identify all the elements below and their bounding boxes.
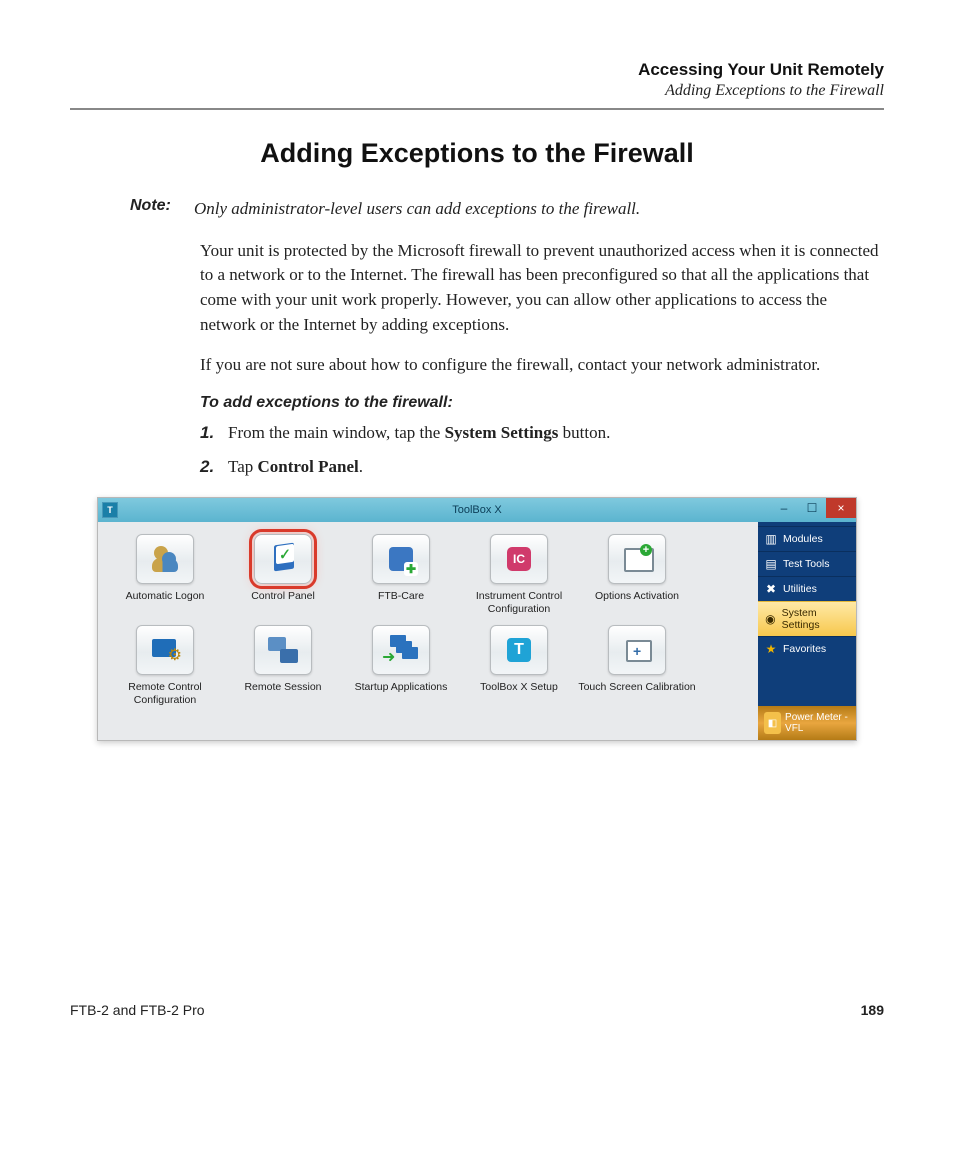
sidebar-item-label: System Settings — [782, 607, 850, 631]
step-2-pre: Tap — [228, 457, 258, 476]
remote-session-icon — [268, 635, 298, 665]
remote-control-icon — [150, 635, 180, 665]
startup-icon — [386, 635, 416, 665]
options-icon — [622, 544, 652, 574]
footer-product: FTB-2 and FTB-2 Pro — [70, 1002, 205, 1018]
sidebar-item-label: Utilities — [783, 583, 817, 595]
touch-icon — [622, 635, 652, 665]
care-icon — [386, 544, 416, 574]
sidebar-item-system-settings[interactable]: ◉ System Settings — [758, 601, 856, 636]
note-label: Note: — [130, 197, 194, 221]
tile-remote-control-config[interactable]: Remote Control Configuration — [106, 625, 224, 706]
tile-label: Instrument Control Configuration — [460, 590, 578, 615]
procedure-heading: To add exceptions to the firewall: — [70, 394, 884, 412]
power-meter-icon: ◧ — [764, 712, 781, 734]
test-tools-icon: ▤ — [764, 557, 778, 571]
body-paragraph-1: Your unit is protected by the Microsoft … — [70, 239, 884, 338]
tile-remote-session[interactable]: Remote Session — [224, 625, 342, 706]
control-panel-icon — [268, 544, 298, 574]
header-section: Adding Exceptions to the Firewall — [70, 82, 884, 100]
utilities-icon: ✖ — [764, 582, 778, 596]
window-title: ToolBox X — [98, 504, 856, 516]
instrument-icon — [504, 544, 534, 574]
tiles-grid: Automatic Logon Control Panel FTB-Care I… — [98, 522, 758, 740]
footer-page-number: 189 — [861, 1002, 884, 1018]
tile-label: Remote Session — [224, 681, 342, 705]
step-1: From the main window, tap the System Set… — [200, 420, 884, 446]
toolbox-icon — [504, 635, 534, 665]
tile-startup-apps[interactable]: Startup Applications — [342, 625, 460, 706]
sidebar-item-test-tools[interactable]: ▤ Test Tools — [758, 551, 856, 576]
maximize-button[interactable]: ☐ — [798, 498, 826, 518]
tile-label: Startup Applications — [342, 681, 460, 705]
tile-ftb-care[interactable]: FTB-Care — [342, 534, 460, 615]
tile-touch-screen-cal[interactable]: Touch Screen Calibration — [578, 625, 696, 706]
procedure-steps: From the main window, tap the System Set… — [70, 420, 884, 479]
body-paragraph-2: If you are not sure about how to configu… — [70, 353, 884, 378]
sidebar-item-favorites[interactable]: ★ Favorites — [758, 636, 856, 661]
note-block: Note: Only administrator-level users can… — [70, 197, 884, 221]
note-text: Only administrator-level users can add e… — [194, 197, 640, 221]
close-button[interactable]: × — [826, 498, 856, 518]
step-2: Tap Control Panel. — [200, 454, 884, 480]
step-2-post: . — [359, 457, 363, 476]
header-chapter: Accessing Your Unit Remotely — [70, 60, 884, 80]
tile-label: Remote Control Configuration — [106, 681, 224, 706]
sidebar-item-utilities[interactable]: ✖ Utilities — [758, 576, 856, 601]
screenshot-window: T ToolBox X – ☐ × Automatic Logon Contro… — [97, 497, 857, 741]
header-rule — [70, 108, 884, 110]
tile-label: Options Activation — [578, 590, 696, 614]
tile-control-panel[interactable]: Control Panel — [224, 534, 342, 615]
step-1-bold: System Settings — [445, 423, 559, 442]
sidebar-item-power-meter[interactable]: ◧ Power Meter - VFL — [758, 706, 856, 740]
system-settings-icon: ◉ — [764, 612, 777, 626]
tile-label: ToolBox X Setup — [460, 681, 578, 705]
tile-automatic-logon[interactable]: Automatic Logon — [106, 534, 224, 615]
step-1-pre: From the main window, tap the — [228, 423, 445, 442]
step-2-bold: Control Panel — [258, 457, 359, 476]
step-1-post: button. — [558, 423, 610, 442]
sidebar-item-label: Favorites — [783, 643, 826, 655]
sidebar-item-modules[interactable]: ▥ Modules — [758, 526, 856, 551]
page-footer: FTB-2 and FTB-2 Pro 189 — [70, 1001, 884, 1018]
tile-label: Touch Screen Calibration — [578, 681, 696, 705]
page-header: Accessing Your Unit Remotely Adding Exce… — [70, 60, 884, 100]
sidebar-item-label: Modules — [783, 533, 823, 545]
tile-label: Automatic Logon — [106, 590, 224, 614]
sidebar: ▥ Modules ▤ Test Tools ✖ Utilities ◉ Sys… — [758, 522, 856, 740]
tile-instrument-control[interactable]: Instrument Control Configuration — [460, 534, 578, 615]
tile-label: Control Panel — [224, 590, 342, 614]
minimize-button[interactable]: – — [770, 498, 798, 518]
titlebar[interactable]: T ToolBox X – ☐ × — [98, 498, 856, 522]
tile-options-activation[interactable]: Options Activation — [578, 534, 696, 615]
tile-toolbox-setup[interactable]: ToolBox X Setup — [460, 625, 578, 706]
tile-label: FTB-Care — [342, 590, 460, 614]
favorites-icon: ★ — [764, 642, 778, 656]
sidebar-item-label: Power Meter - VFL — [785, 712, 850, 734]
modules-icon: ▥ — [764, 532, 778, 546]
page-title: Adding Exceptions to the Firewall — [70, 138, 884, 169]
sidebar-item-label: Test Tools — [783, 558, 830, 570]
users-icon — [150, 544, 180, 574]
